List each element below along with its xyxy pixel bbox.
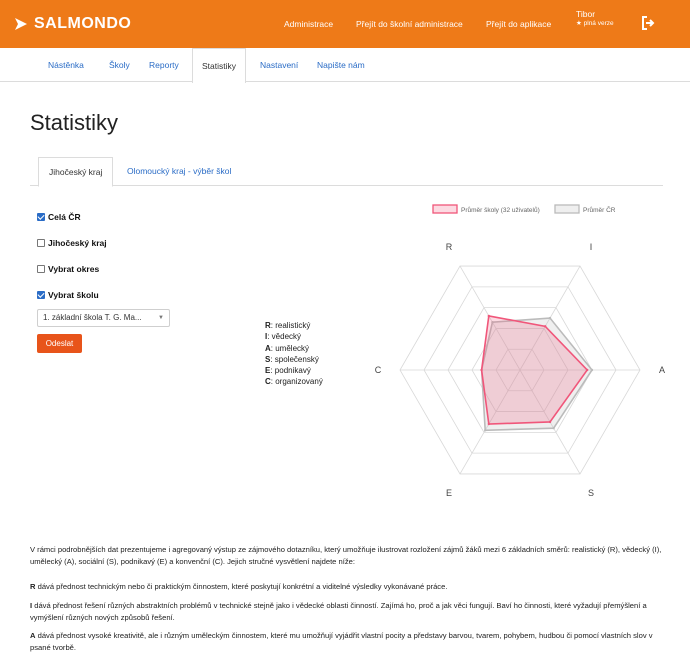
riasec-item: S: společenský [265,354,319,364]
axis-label-e: E [446,488,452,498]
region-tabs: Jihočeský kraj Olomoucký kraj - výběr šk… [30,157,663,187]
subnav-reporty[interactable]: Reporty [149,48,179,82]
brand[interactable]: SALMONDO [14,15,131,33]
subnav-napiste-nam[interactable]: Napište nám [317,48,365,82]
checkbox-jihocesky-kraj[interactable]: Jihočeský kraj [37,238,107,248]
chevron-down-icon: ▼ [158,315,164,321]
checkbox-cela-cr[interactable]: Celá ČR [37,212,81,222]
series-point [544,325,547,328]
nav-administrace[interactable]: Administrace [284,19,333,29]
checkbox-label: Jihočeský kraj [48,238,107,248]
subnav-statistiky[interactable]: Statistiky [192,48,247,83]
legend-label-national: Průměr ČR [583,205,616,214]
paragraph-i: I dává přednost řešení různých abstraktn… [30,601,647,622]
series-point [487,422,490,426]
axis-label-a: A [659,365,665,375]
page-title: Statistiky [30,110,119,135]
riasec-item: C: organizovaný [265,377,323,387]
axis-label-s: S [588,488,594,498]
series-point [586,368,589,372]
checkbox-label: Vybrat školu [48,290,99,300]
submit-button[interactable]: Odeslat [37,334,82,353]
checkbox-box[interactable] [37,239,45,247]
school-select-value: 1. základní škola T. G. Ma... [43,313,142,322]
riasec-item: A: umělecký [265,343,310,353]
subnav-nastenka[interactable]: Nástěnka [48,48,84,82]
radar-chart: R I A S E C Průměr školy (32 uživatelů) Průměr … [375,204,665,498]
top-bar: SALMONDO Administrace Přejít do školní a… [0,0,690,48]
subnav-nastaveni[interactable]: Nastavení [260,48,298,82]
series-point [480,368,483,372]
series-point [552,426,555,430]
checkbox-vybrat-okres[interactable]: Vybrat okres [37,264,99,274]
user-name: Tibor [576,9,596,19]
series-point [484,429,487,432]
logo-icon [15,18,27,30]
checkbox-box[interactable] [37,213,45,221]
tab-jihocesky-kraj[interactable]: Jihočeský kraj [38,157,114,187]
series-school-area [480,315,589,425]
brand-name: SALMONDO [34,15,132,32]
riasec-item: E: podnikavý [265,366,311,376]
school-select[interactable]: 1. základní škola T. G. Ma... ▼ [37,309,170,327]
user-plan: ★ plná verze [576,19,614,27]
checkbox-box[interactable] [37,291,45,299]
series-point [487,314,490,318]
checkbox-label: Vybrat okres [48,264,100,274]
checkbox-box[interactable] [37,265,45,273]
axis-label-r: R [446,242,453,252]
series-point [548,420,552,424]
user-menu[interactable]: Tibor ★ plná verze [576,9,614,27]
legend-label-school: Průměr školy (32 uživatelů) [461,206,540,214]
logout-icon[interactable] [641,16,655,30]
nav-prejit-do-aplikace[interactable]: Přejít do aplikace [486,19,551,29]
checkbox-label: Celá ČR [48,212,81,222]
legend-swatch-school [432,204,458,214]
paragraph-a: A dává přednost vysoké kreativitě, ale i… [30,631,653,652]
subnav-skoly[interactable]: Školy [109,48,130,82]
sub-nav: Nástěnka Školy Reporty Statistiky Nastav… [0,48,690,83]
riasec-legend: R: realistický I: vědecký A: umělecký S:… [265,320,323,388]
paragraph-r: R dává přednost technickým nebo či prakt… [30,582,448,591]
checkbox-vybrat-skolu[interactable]: Vybrat školu [37,290,99,300]
riasec-item: I: vědecký [265,332,302,342]
tab-olomoucky-kraj[interactable]: Olomoucký kraj - výběr škol [127,157,231,186]
axis-label-i: I [590,242,593,252]
nav-skolni-administrace[interactable]: Přejít do školní administrace [356,19,463,29]
series-point [590,368,594,372]
legend-swatch-national [554,204,580,214]
intro-paragraph: V rámci podrobnějších dat prezentujeme i… [30,545,662,566]
axis-label-c: C [375,365,382,375]
series-point [548,316,552,320]
riasec-item: R: realistický [265,321,311,330]
